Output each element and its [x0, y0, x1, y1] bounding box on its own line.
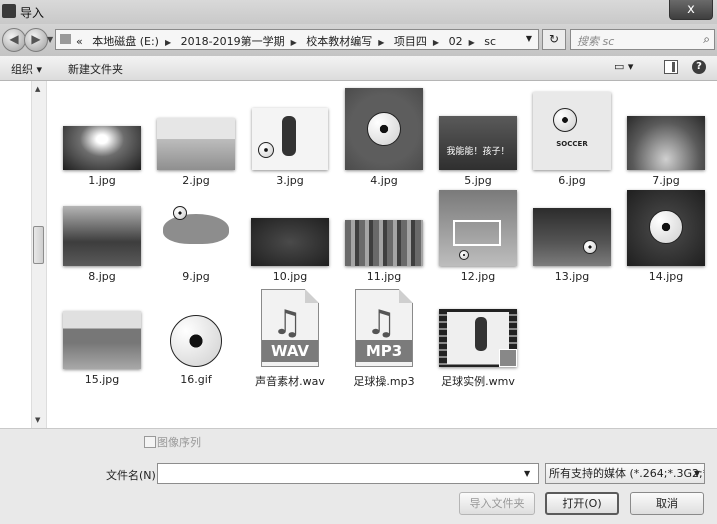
- breadcrumb-item-current[interactable]: sc: [484, 35, 496, 48]
- breadcrumb-item[interactable]: 2018-2019第一学期: [181, 35, 285, 48]
- search-icon[interactable]: ⌕: [703, 32, 710, 47]
- file-name: 16.gif: [180, 373, 212, 386]
- thumbnail: 我能能！孩子！: [439, 116, 517, 170]
- audio-file-icon: ♫ WAV: [261, 289, 319, 367]
- breadcrumb-arrow-icon[interactable]: ▶: [378, 38, 384, 47]
- file-item[interactable]: ♫ WAV 声音素材.wav: [245, 281, 335, 388]
- breadcrumb-item[interactable]: 校本教材编写: [306, 35, 372, 48]
- file-item[interactable]: 我能能！孩子！ 5.jpg: [433, 86, 523, 187]
- file-item[interactable]: 4.jpg: [339, 86, 429, 187]
- scrollbar-thumb[interactable]: [33, 226, 44, 264]
- thumbnail: [439, 190, 517, 266]
- preview-pane-icon[interactable]: [664, 60, 678, 74]
- file-item[interactable]: 13.jpg: [527, 184, 617, 284]
- file-type-badge: MP3: [356, 340, 412, 362]
- import-folder-button[interactable]: 导入文件夹: [459, 492, 535, 515]
- thumbnail: [627, 190, 705, 266]
- file-item[interactable]: 16.gif: [151, 281, 241, 386]
- dialog-footer: 图像序列 文件名(N): ▼ 所有支持的媒体 (*.264;*.3G2;* ▼ …: [0, 428, 717, 524]
- breadcrumb-item[interactable]: 项目四: [394, 35, 427, 48]
- app-icon: [2, 4, 16, 18]
- thumbnail: [170, 315, 222, 367]
- file-name: 足球实例.wmv: [441, 375, 515, 388]
- audio-file-icon: ♫ MP3: [355, 289, 413, 367]
- cancel-button[interactable]: 取消: [630, 492, 704, 515]
- search-placeholder: 搜索 sc: [577, 35, 615, 48]
- open-button[interactable]: 打开(O): [545, 492, 619, 515]
- thumbnail: [533, 208, 611, 266]
- breadcrumb: « 本地磁盘 (E:) ▶ 2018-2019第一学期 ▶ 校本教材编写 ▶ 项目四 ▶…: [76, 33, 502, 49]
- file-name: 15.jpg: [84, 373, 120, 386]
- filter-dropdown-chevron-icon[interactable]: ▼: [694, 469, 700, 478]
- command-toolbar: 组织 ▾ 新建文件夹 ▭ ▾ ?: [0, 56, 717, 81]
- close-button[interactable]: x: [669, 0, 713, 20]
- refresh-button[interactable]: ↻: [542, 29, 566, 50]
- video-file-icon: [439, 309, 517, 367]
- file-type-badge: WAV: [262, 340, 318, 362]
- file-name: 声音素材.wav: [255, 375, 325, 388]
- file-item[interactable]: 足球实例.wmv: [433, 281, 523, 388]
- file-item[interactable]: 8.jpg: [57, 184, 147, 284]
- breadcrumb-arrow-icon[interactable]: ▶: [433, 38, 439, 47]
- help-icon[interactable]: ?: [692, 60, 706, 74]
- thumbnail: [63, 206, 141, 266]
- filename-input[interactable]: [157, 463, 539, 484]
- back-button[interactable]: ◀: [2, 28, 26, 52]
- thumbnail: [345, 220, 423, 266]
- recent-locations-chevron-icon[interactable]: ▼: [47, 35, 53, 44]
- thumbnail: [627, 116, 705, 170]
- filename-label: 文件名(N):: [106, 469, 160, 482]
- change-view-icon[interactable]: ▭ ▾: [614, 60, 638, 76]
- folder-icon: [60, 34, 71, 44]
- title-bar: 导入 x: [0, 0, 717, 24]
- file-item[interactable]: 10.jpg: [245, 184, 335, 284]
- file-item[interactable]: 15.jpg: [57, 281, 147, 386]
- file-name: 13.jpg: [554, 270, 590, 283]
- file-item[interactable]: 12.jpg: [433, 184, 523, 284]
- file-item[interactable]: SOCCER 6.jpg: [527, 86, 617, 187]
- new-folder-button[interactable]: 新建文件夹: [68, 61, 123, 77]
- breadcrumb-overflow[interactable]: «: [76, 35, 83, 48]
- breadcrumb-item[interactable]: 02: [449, 35, 463, 48]
- breadcrumb-arrow-icon[interactable]: ▶: [165, 38, 171, 47]
- thumbnail-caption: SOCCER: [556, 140, 588, 148]
- address-dropdown-chevron-icon[interactable]: ▼: [526, 34, 532, 43]
- thumbnail: [252, 108, 328, 170]
- scroll-down-arrow-icon[interactable]: ▼: [35, 416, 40, 424]
- search-input[interactable]: 搜索 sc ⌕: [570, 29, 715, 50]
- file-item[interactable]: 9.jpg: [151, 184, 241, 284]
- organize-menu-button[interactable]: 组织 ▾: [11, 61, 42, 77]
- vertical-scrollbar[interactable]: ▲ ▼: [31, 81, 47, 428]
- thumbnail-caption: 我能能！孩子！: [446, 147, 510, 157]
- thumbnail: [157, 192, 235, 266]
- breadcrumb-arrow-icon[interactable]: ▶: [291, 38, 297, 47]
- thumbnail: SOCCER: [533, 92, 611, 170]
- file-name: 足球操.mp3: [353, 375, 415, 388]
- address-bar[interactable]: « 本地磁盘 (E:) ▶ 2018-2019第一学期 ▶ 校本教材编写 ▶ 项目四 ▶…: [55, 29, 539, 50]
- file-name: 14.jpg: [648, 270, 684, 283]
- thumbnail: [251, 218, 329, 266]
- forward-button[interactable]: ▶: [24, 28, 48, 52]
- navigation-bar: ◀ ▶ ▼ « 本地磁盘 (E:) ▶ 2018-2019第一学期 ▶ 校本教材编写…: [0, 24, 717, 56]
- file-item[interactable]: 1.jpg: [57, 86, 147, 187]
- file-type-filter-select[interactable]: 所有支持的媒体 (*.264;*.3G2;*: [545, 463, 705, 484]
- image-sequence-label: 图像序列: [157, 436, 201, 449]
- breadcrumb-arrow-icon[interactable]: ▶: [469, 38, 475, 47]
- breadcrumb-item[interactable]: 本地磁盘 (E:): [92, 35, 159, 48]
- window-title: 导入: [20, 6, 45, 20]
- file-item[interactable]: 11.jpg: [339, 184, 429, 284]
- file-item[interactable]: 14.jpg: [621, 184, 711, 284]
- scroll-up-arrow-icon[interactable]: ▲: [35, 85, 40, 93]
- thumbnail: [63, 126, 141, 170]
- image-sequence-checkbox[interactable]: [144, 436, 156, 448]
- file-item[interactable]: 2.jpg: [151, 86, 241, 187]
- file-item[interactable]: ♫ MP3 足球操.mp3: [339, 281, 429, 388]
- file-item[interactable]: 7.jpg: [621, 86, 711, 187]
- filename-dropdown-chevron-icon[interactable]: ▼: [524, 469, 530, 478]
- thumbnail: [63, 311, 141, 369]
- file-list: ▲ ▼ 1.jpg 2.jpg 3.jpg 4.jpg 我能能！孩子！ 5.jp…: [0, 81, 717, 428]
- thumbnail: [157, 118, 235, 170]
- file-item[interactable]: 3.jpg: [245, 86, 335, 187]
- thumbnail: [345, 88, 423, 170]
